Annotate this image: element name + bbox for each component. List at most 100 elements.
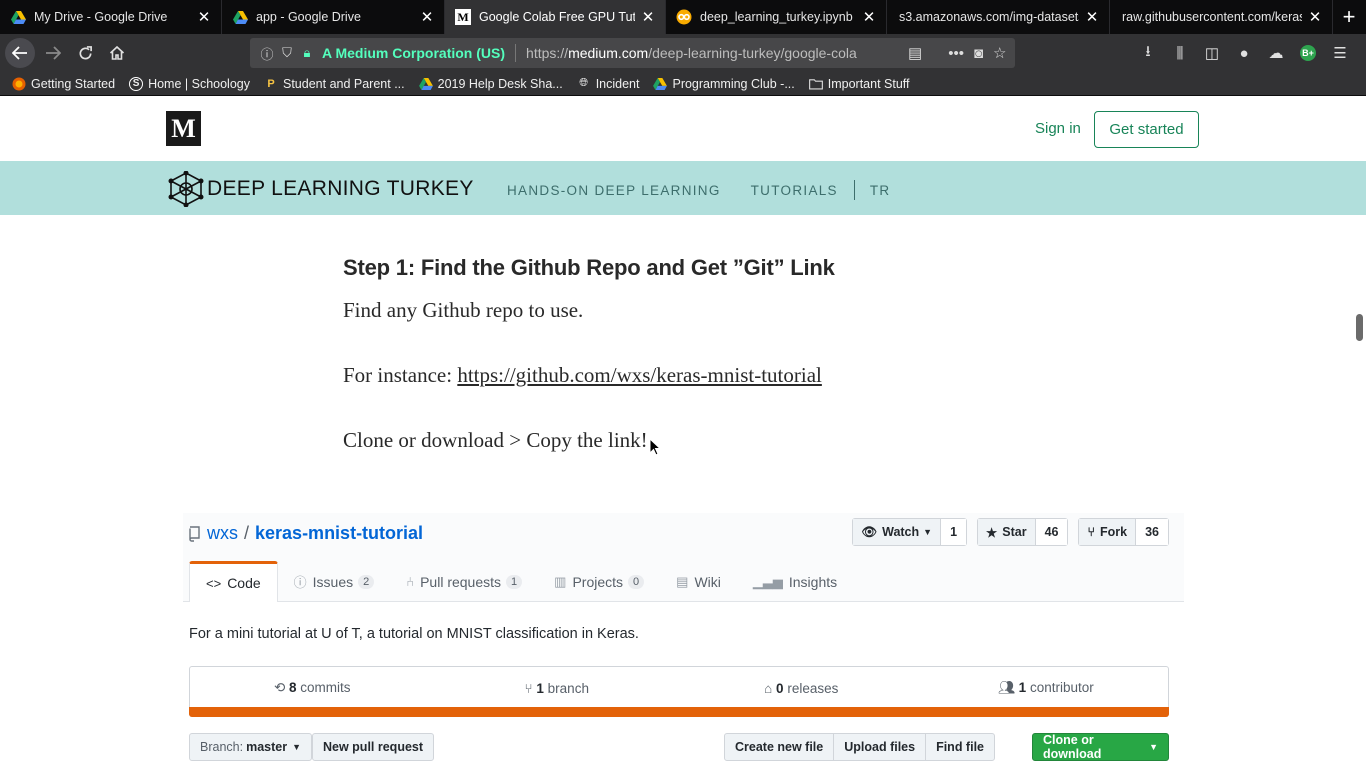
- scrollbar-thumb[interactable]: [1356, 314, 1363, 341]
- fork-label: Fork: [1100, 525, 1128, 539]
- publication-logo[interactable]: DEEP LEARNING TURKEY: [167, 171, 474, 207]
- google-drive-icon: [232, 9, 248, 25]
- eye-icon: 👁︎: [861, 524, 878, 539]
- lock-icon: 🔒︎: [303, 45, 311, 60]
- medium-icon: M: [455, 9, 471, 25]
- tab-title: raw.githubusercontent.com/keras-t: [1122, 10, 1302, 24]
- profile-badge[interactable]: B+: [1292, 37, 1324, 69]
- close-icon[interactable]: ✕: [1085, 8, 1099, 26]
- find-file-button[interactable]: Find file: [925, 733, 995, 761]
- reload-button[interactable]: [69, 37, 101, 69]
- close-icon[interactable]: ✕: [862, 8, 876, 26]
- tab-title: My Drive - Google Drive: [34, 10, 168, 24]
- reader-view-icon[interactable]: ▤: [908, 44, 922, 62]
- repo-name[interactable]: keras-mnist-tutorial: [255, 523, 423, 544]
- bookmark-item[interactable]: 2019 Help Desk Sha...: [418, 76, 563, 91]
- branch-stat[interactable]: ⑂ 1 branch: [435, 681, 680, 696]
- project-icon: ▥: [554, 573, 567, 589]
- tab-code[interactable]: <> Code: [189, 561, 278, 602]
- fork-button[interactable]: ⑂ Fork 36: [1078, 518, 1169, 546]
- fork-icon: ⑂: [1087, 525, 1095, 539]
- close-icon[interactable]: ✕: [197, 8, 211, 26]
- account-icon[interactable]: ●: [1228, 37, 1260, 69]
- pull-request-icon: ⑃: [406, 574, 415, 589]
- bookmark-item[interactable]: Programming Club -...: [653, 77, 795, 91]
- close-icon[interactable]: ✕: [420, 8, 434, 26]
- bookmark-star-icon[interactable]: ☆: [993, 44, 1006, 62]
- new-tab-button[interactable]: +: [1333, 0, 1365, 34]
- publication-name-bold: DEEP LEARNING: [207, 177, 381, 200]
- certificate-org: A Medium Corporation (US): [322, 45, 506, 61]
- library-icon[interactable]: ⫼: [1164, 37, 1196, 69]
- bookmark-label: Home | Schoology: [148, 76, 250, 91]
- menu-icon[interactable]: ☰: [1324, 37, 1356, 69]
- browser-tab-active[interactable]: M Google Colab Free GPU Tutoria ✕: [445, 0, 666, 34]
- tab-label: Pull requests: [420, 573, 502, 590]
- repo-owner[interactable]: wxs: [207, 523, 238, 544]
- tracking-shield-icon[interactable]: ⛉: [278, 45, 296, 61]
- commits-stat[interactable]: ⟲ 8 commits: [190, 680, 435, 696]
- repo-link[interactable]: https://github.com/wxs/keras-mnist-tutor…: [457, 363, 822, 387]
- forward-button[interactable]: [37, 37, 69, 69]
- browser-tab[interactable]: app - Google Drive ✕: [222, 0, 445, 34]
- new-pull-request-button[interactable]: New pull request: [312, 733, 435, 761]
- browser-tab[interactable]: deep_learning_turkey.ipynb - C ✕: [666, 0, 887, 34]
- url-text[interactable]: https://medium.com/deep-learning-turkey/…: [526, 45, 886, 61]
- info-icon[interactable]: ⓘ: [258, 44, 276, 63]
- tab-title: app - Google Drive: [256, 10, 361, 24]
- downloads-icon[interactable]: ⭳: [1132, 37, 1164, 69]
- history-icon: ⟲: [273, 680, 290, 695]
- more-actions-icon[interactable]: •••: [948, 45, 964, 62]
- star-button[interactable]: ★ Star 46: [977, 518, 1069, 546]
- tab-count: 2: [358, 574, 375, 589]
- bookmark-item[interactable]: S Home | Schoology: [129, 76, 250, 91]
- tab-title: deep_learning_turkey.ipynb - C: [700, 10, 856, 24]
- extension-icon[interactable]: ☁: [1260, 37, 1292, 69]
- branch-select[interactable]: Branch: master ▼: [189, 733, 313, 761]
- releases-stat[interactable]: ⌂ 0 releases: [679, 681, 924, 696]
- sign-in-link[interactable]: Sign in: [1035, 120, 1081, 137]
- close-icon[interactable]: ✕: [641, 8, 655, 26]
- tab-title: s3.amazonaws.com/img-datasets/m: [899, 10, 1079, 24]
- contributors-stat[interactable]: 👥︎ 1 contributor: [924, 680, 1169, 696]
- tab-projects[interactable]: ▥ Projects 0: [538, 561, 660, 602]
- nav-tutorials[interactable]: TUTORIALS: [751, 183, 838, 198]
- google-drive-icon: [653, 77, 668, 91]
- watch-button[interactable]: 👁︎ Watch ▼ 1: [852, 518, 968, 546]
- tab-pull-requests[interactable]: ⑃ Pull requests 1: [390, 561, 538, 602]
- url-bar[interactable]: ⓘ ⛉ 🔒︎ A Medium Corporation (US) https:/…: [250, 38, 1015, 68]
- nav-hands-on-deep-learning[interactable]: HANDS-ON DEEP LEARNING: [507, 183, 721, 198]
- browser-tab[interactable]: s3.amazonaws.com/img-datasets/m ✕: [887, 0, 1110, 34]
- home-button[interactable]: [101, 37, 133, 69]
- medium-logo[interactable]: M: [166, 111, 201, 146]
- browser-tab[interactable]: My Drive - Google Drive ✕: [0, 0, 222, 34]
- bookmark-item[interactable]: P Student and Parent ...: [264, 77, 404, 91]
- star-count[interactable]: 46: [1035, 519, 1068, 545]
- tab-title: Google Colab Free GPU Tutoria: [479, 10, 635, 24]
- get-started-button[interactable]: Get started: [1094, 111, 1199, 148]
- code-icon: <>: [206, 575, 222, 591]
- browser-tab[interactable]: raw.githubusercontent.com/keras-t ✕: [1110, 0, 1333, 34]
- fork-count[interactable]: 36: [1136, 519, 1168, 545]
- upload-files-button[interactable]: Upload files: [833, 733, 927, 761]
- nav-tr[interactable]: TR: [870, 183, 891, 198]
- language-bar[interactable]: [189, 707, 1169, 717]
- nav-divider: [853, 180, 855, 200]
- clone-or-download-button[interactable]: Clone or download ▼: [1032, 733, 1169, 761]
- pocket-icon[interactable]: ◙: [974, 45, 983, 62]
- watch-count[interactable]: 1: [941, 519, 967, 545]
- back-button[interactable]: [5, 38, 35, 68]
- bookmark-folder[interactable]: Important Stuff: [808, 77, 910, 91]
- bookmark-item[interactable]: Getting Started: [12, 77, 115, 91]
- url-divider: [515, 44, 517, 62]
- stat-label: contributor: [1029, 680, 1094, 695]
- tab-wiki[interactable]: ▤ Wiki: [660, 561, 737, 602]
- bookmark-item[interactable]: 🌐︎ Incident: [577, 77, 639, 91]
- sidebar-icon[interactable]: ◫: [1196, 37, 1228, 69]
- tab-issues[interactable]: ⓘ Issues 2: [278, 561, 391, 602]
- bookmark-label: 2019 Help Desk Sha...: [437, 76, 563, 91]
- close-icon[interactable]: ✕: [1308, 8, 1322, 26]
- tab-insights[interactable]: ▁▃▅ Insights: [737, 561, 853, 602]
- github-screenshot: wxs / keras-mnist-tutorial 👁︎ Watch ▼ 1 ★ S…: [183, 513, 1184, 768]
- create-new-file-button[interactable]: Create new file: [724, 733, 835, 761]
